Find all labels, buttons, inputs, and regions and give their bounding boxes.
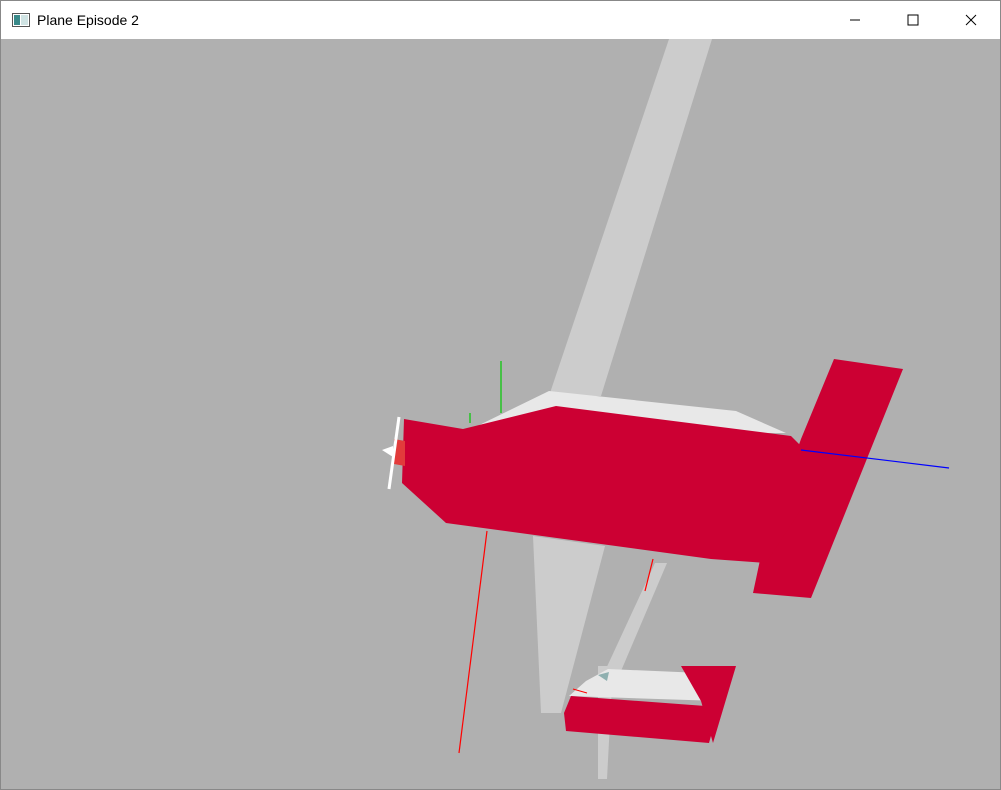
main-plane-spinner [382,446,393,457]
minimize-icon [850,19,860,21]
3d-viewport[interactable] [1,39,1000,789]
main-plane [382,39,903,713]
close-button[interactable] [942,1,1000,39]
window-controls [826,1,1000,39]
title-bar[interactable]: Plane Episode 2 [1,1,1000,39]
x-axis-line [458,530,488,754]
main-plane-wing [549,39,712,396]
close-icon [965,14,977,26]
main-plane-lower-strut [605,563,667,671]
app-window: Plane Episode 2 [0,0,1001,790]
minimize-button[interactable] [826,1,884,39]
app-icon [12,13,30,27]
scene-render [382,39,950,779]
maximize-button[interactable] [884,1,942,39]
second-plane-body [564,696,719,743]
window-title: Plane Episode 2 [37,12,139,28]
maximize-icon [907,14,919,26]
second-plane [564,666,736,779]
